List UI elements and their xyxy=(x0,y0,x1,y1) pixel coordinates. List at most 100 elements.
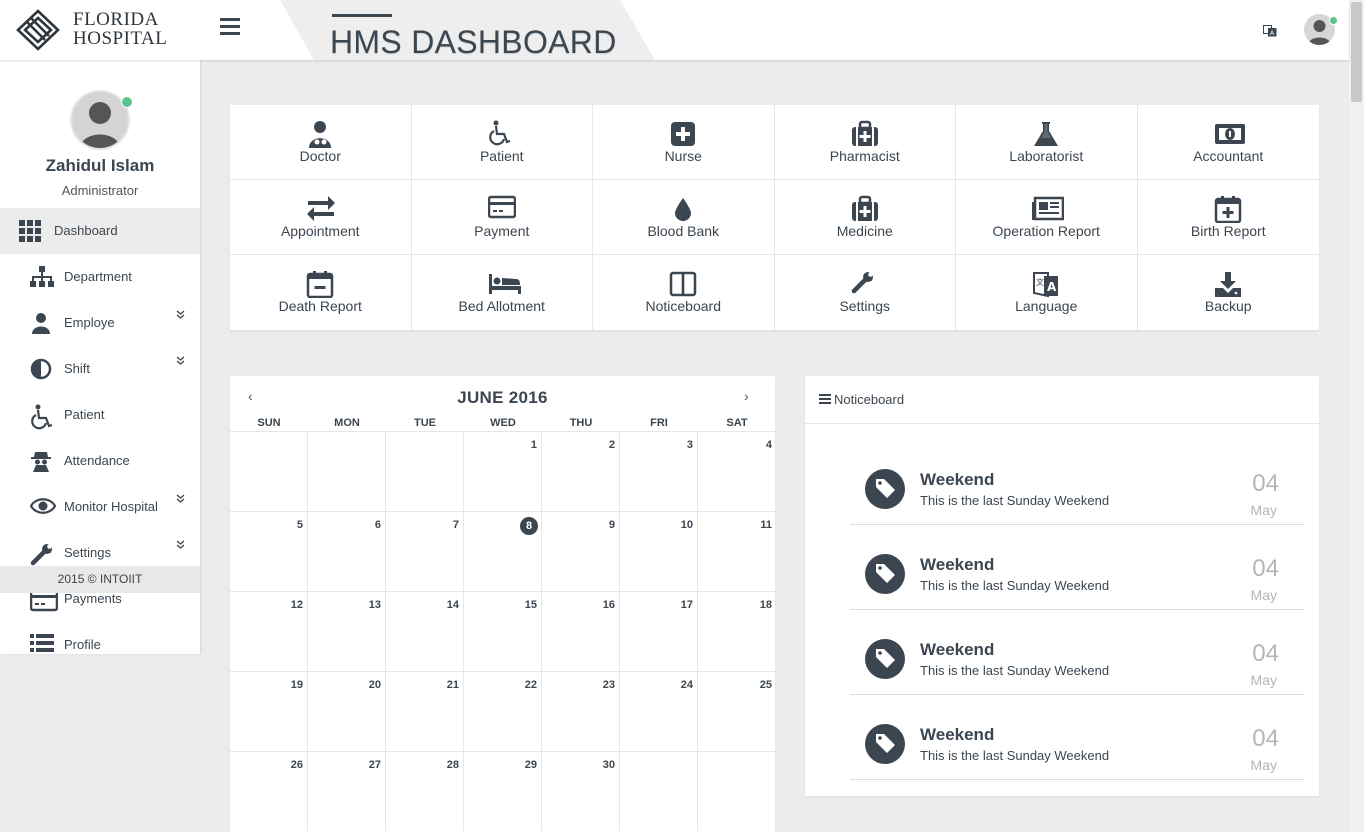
shortcut-label: Bed Allotment xyxy=(458,298,545,314)
calendar-day-number: 16 xyxy=(602,599,615,611)
calendar-cell[interactable]: 17 xyxy=(620,591,698,671)
calendar-day-number: 23 xyxy=(602,679,615,691)
shortcut-accountant[interactable]: Accountant xyxy=(1137,105,1319,180)
florida-hospital-logo[interactable]: FLORIDA HOSPITAL xyxy=(15,8,167,52)
calendar-cell[interactable] xyxy=(308,431,386,511)
menu-toggle-icon[interactable] xyxy=(220,18,240,38)
calendar-day-header: THU xyxy=(569,417,593,429)
calendar-cell[interactable]: 3 xyxy=(620,431,698,511)
calendar-cell[interactable]: 22 xyxy=(464,671,542,751)
shortcut-laboratorist[interactable]: Laboratorist xyxy=(956,105,1138,180)
calendar-cell[interactable]: 2 xyxy=(542,431,620,511)
calendar-cell[interactable]: 24 xyxy=(620,671,698,751)
shortcut-language[interactable]: A 文 Language xyxy=(956,255,1138,330)
svg-text:文: 文 xyxy=(1036,277,1044,287)
notice-item[interactable]: Weekend This is the last Sunday Weekend … xyxy=(850,440,1304,525)
page-scrollbar[interactable] xyxy=(1349,0,1364,832)
calendar-day-number: 28 xyxy=(446,759,459,771)
calendar-cell[interactable] xyxy=(386,431,464,511)
calendar-cell[interactable]: 8 xyxy=(464,511,542,591)
sidebar-item-shift[interactable]: Shift xyxy=(0,346,200,392)
notice-month: May xyxy=(1250,587,1277,603)
grid-icon xyxy=(19,220,41,242)
calendar-cell[interactable]: 1 xyxy=(464,431,542,511)
calendar-cell[interactable]: 6 xyxy=(308,511,386,591)
calendar-cell[interactable] xyxy=(620,751,698,831)
calendar-day-number: 24 xyxy=(680,679,693,691)
notice-item[interactable]: Weekend This is the last Sunday Weekend … xyxy=(850,695,1304,780)
calendar-cell[interactable] xyxy=(230,431,308,511)
calendar-cell[interactable]: 18 xyxy=(698,591,775,671)
shortcut-backup[interactable]: Backup xyxy=(1138,255,1320,330)
calendar-cell[interactable]: 20 xyxy=(308,671,386,751)
notice-item[interactable]: Weekend This is the last Sunday Weekend … xyxy=(850,610,1304,695)
calendar-cell[interactable]: 28 xyxy=(386,751,464,831)
sidebar-item-label: Shift xyxy=(64,361,91,376)
shortcut-blood-bank[interactable]: Blood Bank xyxy=(593,180,775,255)
shortcut-doctor[interactable]: Doctor xyxy=(230,105,412,180)
calendar-cell[interactable]: 16 xyxy=(542,591,620,671)
calendar-cell[interactable]: 29 xyxy=(464,751,542,831)
calendar-day-number: 12 xyxy=(290,599,303,611)
shortcut-birth-report[interactable]: Birth Report xyxy=(1137,180,1319,255)
calendar-cell[interactable]: 12 xyxy=(230,591,308,671)
sidebar-item-monitor-hospital[interactable]: Monitor Hospital xyxy=(0,484,200,530)
shortcut-noticeboard[interactable]: Noticeboard xyxy=(593,255,775,330)
double-chevron-down-icon[interactable] xyxy=(176,310,185,322)
notice-day: 04 xyxy=(1252,725,1279,752)
calendar-cell[interactable]: 5 xyxy=(230,511,308,591)
spy-icon xyxy=(30,450,52,472)
calendar-cell[interactable]: 30 xyxy=(542,751,620,831)
calendar-cell[interactable]: 13 xyxy=(308,591,386,671)
calendar-cell[interactable]: 4 xyxy=(698,431,775,511)
notice-title: Weekend xyxy=(920,555,995,574)
scrollbar-thumb[interactable] xyxy=(1351,2,1362,102)
sidebar-item-profile[interactable]: Profile xyxy=(0,622,200,654)
shortcut-patient[interactable]: Patient xyxy=(411,105,593,180)
shortcut-appointment[interactable]: Appointment xyxy=(230,180,412,255)
calendar-cell[interactable]: 27 xyxy=(308,751,386,831)
calendar-cell[interactable]: 25 xyxy=(698,671,775,751)
sidebar-item-department[interactable]: Department xyxy=(0,254,200,300)
shortcut-label: Death Report xyxy=(278,298,362,314)
notice-item[interactable]: Weekend This is the last Sunday Weekend … xyxy=(850,525,1304,610)
shortcut-death-report[interactable]: Death Report xyxy=(230,255,412,330)
svg-text:A: A xyxy=(1047,280,1057,294)
calendar-cell[interactable]: 23 xyxy=(542,671,620,751)
calendar-cell[interactable]: 15 xyxy=(464,591,542,671)
calendar-cell[interactable] xyxy=(698,751,775,831)
calendar-cell[interactable]: 9 xyxy=(542,511,620,591)
sidebar-item-employe[interactable]: Employe xyxy=(0,300,200,346)
user-role: Administrator xyxy=(61,183,139,198)
shortcut-operation-report[interactable]: Operation Report xyxy=(956,180,1138,255)
sidebar-item-dashboard[interactable]: Dashboard xyxy=(0,208,200,254)
sidebar-item-patient[interactable]: Patient xyxy=(0,392,200,438)
shortcut-pharmacist[interactable]: Pharmacist xyxy=(774,105,956,180)
shortcut-medicine[interactable]: Medicine xyxy=(774,180,956,255)
shortcut-payment[interactable]: Payment xyxy=(411,180,593,255)
sidebar-item-label: Attendance xyxy=(64,453,130,468)
shortcut-settings[interactable]: Settings xyxy=(775,255,956,330)
double-chevron-down-icon[interactable] xyxy=(176,356,185,368)
shortcut-bed-allotment[interactable]: Bed Allotment xyxy=(412,255,593,330)
calendar-cell[interactable]: 21 xyxy=(386,671,464,751)
calendar-next-button[interactable]: › xyxy=(744,388,749,404)
language-switch-icon[interactable]: A xyxy=(1263,24,1277,37)
calendar-cell[interactable]: 19 xyxy=(230,671,308,751)
user-name: Zahidul Islam xyxy=(45,156,155,175)
calendar-cell[interactable]: 26 xyxy=(230,751,308,831)
calendar-day-header: SUN xyxy=(257,417,281,429)
tag-icon xyxy=(865,724,905,764)
sidebar: Zahidul Islam Administrator Dashboard Dep… xyxy=(0,60,200,654)
calendar-cell[interactable]: 11 xyxy=(698,511,775,591)
calendar-cell[interactable]: 7 xyxy=(386,511,464,591)
calendar-day-number: 9 xyxy=(608,519,615,531)
calendar-day-number: 17 xyxy=(680,599,693,611)
calendar-cell[interactable]: 10 xyxy=(620,511,698,591)
double-chevron-down-icon[interactable] xyxy=(176,540,185,552)
shortcut-nurse[interactable]: Nurse xyxy=(593,105,775,180)
sidebar-item-label: Patient xyxy=(64,407,105,422)
double-chevron-down-icon[interactable] xyxy=(176,494,185,506)
sidebar-item-attendance[interactable]: Attendance xyxy=(0,438,200,484)
calendar-cell[interactable]: 14 xyxy=(386,591,464,671)
